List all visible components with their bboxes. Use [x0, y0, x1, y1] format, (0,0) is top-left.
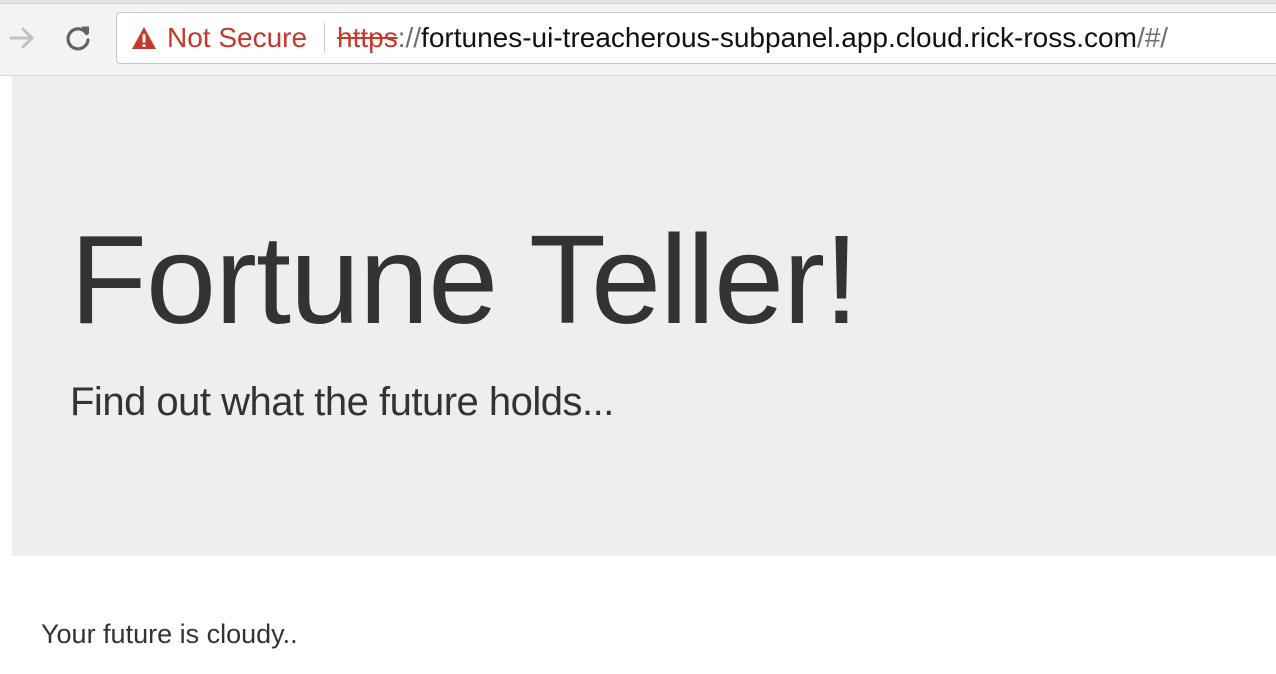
forward-button[interactable]	[2, 18, 42, 58]
security-indicator[interactable]: Not Secure	[131, 13, 307, 63]
browser-toolbar: Not Secure https :// fortunes-ui-treache…	[0, 0, 1276, 76]
page-title: Fortune Teller!	[70, 209, 859, 350]
jumbotron: Fortune Teller! Find out what the future…	[12, 76, 1276, 556]
page-subtitle: Find out what the future holds...	[70, 380, 614, 424]
arrow-right-icon	[9, 27, 34, 49]
url-scheme-separator: ://	[397, 22, 422, 53]
tab-strip	[0, 0, 1276, 4]
omnibox-divider	[324, 23, 325, 53]
security-label: Not Secure	[167, 22, 308, 53]
url-scheme: https	[337, 22, 398, 53]
fortune-text: Your future is cloudy..	[41, 619, 298, 649]
url-text[interactable]: https :// fortunes-ui-treacherous-subpan…	[337, 13, 1168, 63]
warning-triangle-icon	[132, 27, 156, 49]
url-host: fortunes-ui-treacherous-subpanel.app.clo…	[421, 22, 1137, 53]
reload-button[interactable]	[58, 18, 98, 58]
reload-icon	[66, 26, 90, 51]
address-bar[interactable]: Not Secure https :// fortunes-ui-treache…	[116, 12, 1276, 64]
url-path: /#/	[1136, 22, 1169, 53]
